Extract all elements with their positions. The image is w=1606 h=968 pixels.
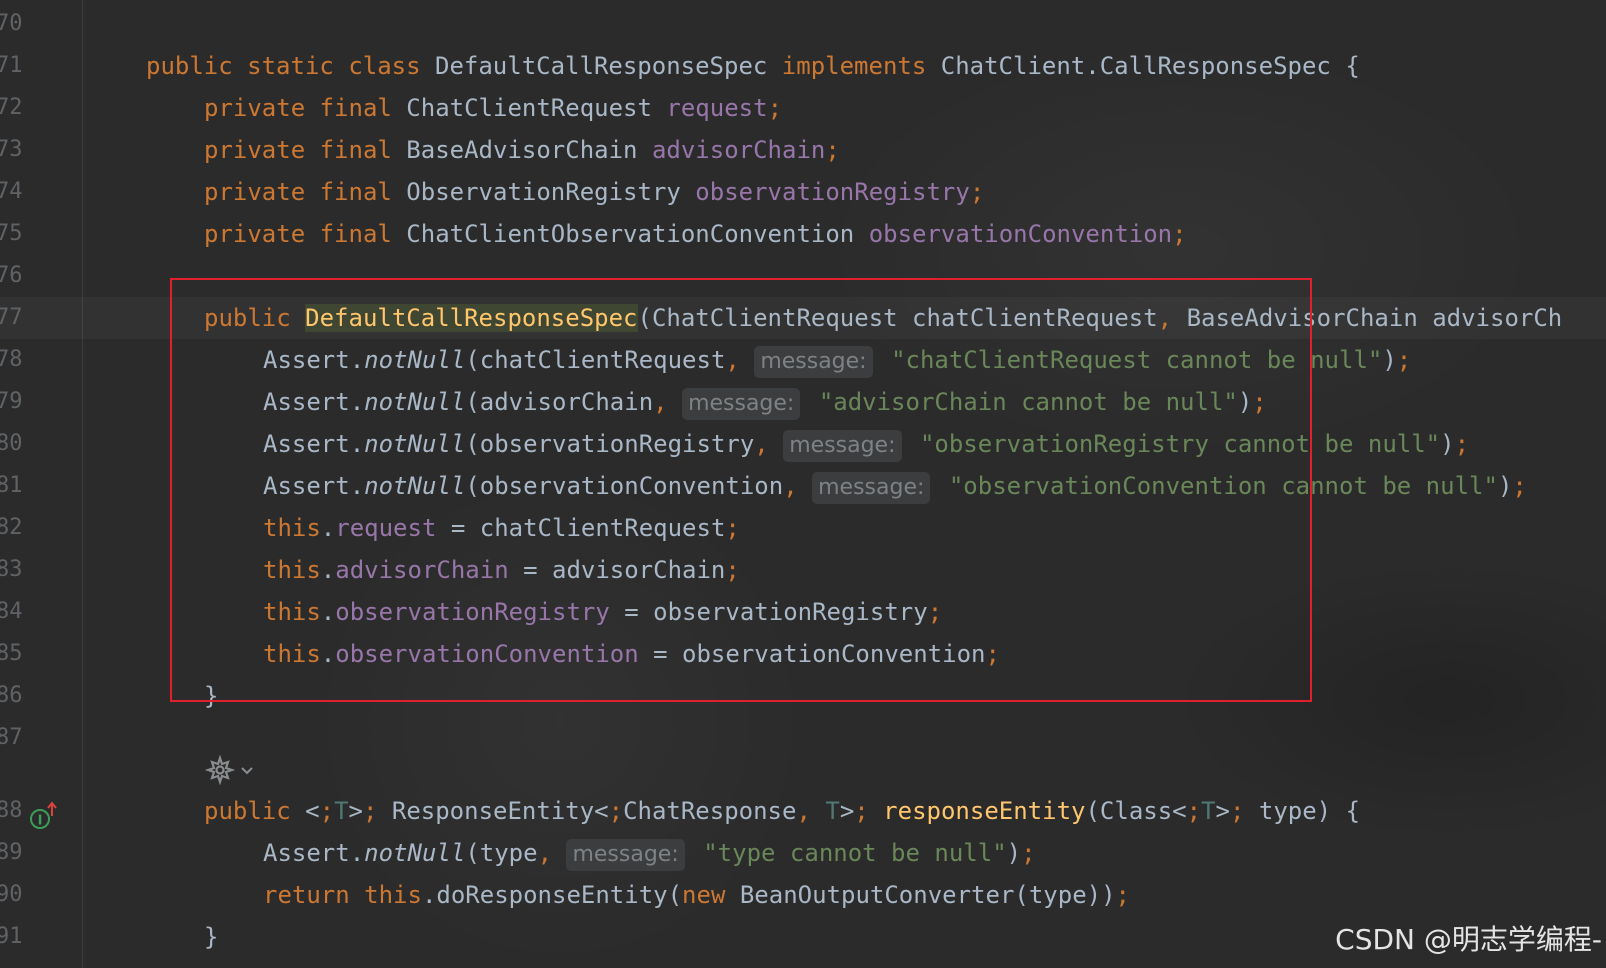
code-line[interactable]: 73 private final BaseAdvisorChain advisor… xyxy=(0,129,1606,171)
code-line[interactable]: 89 Assert.notNull(type, message: "type ca… xyxy=(0,832,1606,874)
chevron-down-icon[interactable] xyxy=(239,762,255,778)
line-number[interactable]: 87 xyxy=(0,717,23,759)
code-text[interactable]: private final ChatClientRequest request; xyxy=(204,87,782,129)
code-vision-row[interactable] xyxy=(205,752,255,788)
line-number[interactable]: 73 xyxy=(0,129,23,171)
line-number[interactable]: 84 xyxy=(0,591,23,633)
line-number[interactable]: 78 xyxy=(0,339,23,381)
line-number[interactable]: 81 xyxy=(0,465,23,507)
line-number[interactable]: 76 xyxy=(0,255,23,297)
code-line[interactable]: 72 private final ChatClientRequest reques… xyxy=(0,87,1606,129)
code-editor[interactable]: 70 71 public static class DefaultCallRespo… xyxy=(0,0,1606,968)
code-line[interactable]: 71 public static class DefaultCallRespons… xyxy=(0,45,1606,87)
line-number[interactable]: 85 xyxy=(0,633,23,675)
code-text[interactable]: return this.doResponseEntity(new BeanOut… xyxy=(263,874,1130,916)
line-number[interactable]: 70 xyxy=(0,3,23,45)
line-number[interactable]: 89 xyxy=(0,832,23,874)
parameter-hint: message: xyxy=(566,839,685,871)
code-line[interactable]: 75 private final ChatClientObservationCon… xyxy=(0,213,1606,255)
line-number[interactable]: 91 xyxy=(0,916,23,958)
code-text[interactable]: private final BaseAdvisorChain advisorCh… xyxy=(204,129,840,171)
code-line[interactable]: 70 xyxy=(0,3,1606,45)
highlight-annotation-box xyxy=(170,278,1312,702)
line-number[interactable]: 75 xyxy=(0,213,23,255)
code-text[interactable]: private final ObservationRegistry observ… xyxy=(204,171,984,213)
line-number[interactable]: 79 xyxy=(0,381,23,423)
code-line[interactable]: 74 private final ObservationRegistry obse… xyxy=(0,171,1606,213)
line-number[interactable]: 90 xyxy=(0,874,23,916)
line-number[interactable]: 74 xyxy=(0,171,23,213)
csdn-watermark: CSDN @明志学编程- xyxy=(1335,923,1602,956)
line-number[interactable]: 72 xyxy=(0,87,23,129)
code-line[interactable]: 88 public <;T>; ResponseEntity<;ChatRespo… xyxy=(0,790,1606,832)
code-text[interactable]: public <;T>; ResponseEntity<;ChatRespons… xyxy=(204,790,1360,832)
svg-text:I: I xyxy=(38,814,43,829)
implements-interface-icon[interactable]: I xyxy=(28,800,62,834)
line-number[interactable]: 77 xyxy=(0,297,23,339)
line-number[interactable]: 82 xyxy=(0,507,23,549)
line-number[interactable]: 80 xyxy=(0,423,23,465)
code-text[interactable]: public static class DefaultCallResponseS… xyxy=(146,45,1360,87)
code-line[interactable]: 90 return this.doResponseEntity(new BeanO… xyxy=(0,874,1606,916)
ai-assistant-icon[interactable] xyxy=(205,755,235,785)
code-text[interactable]: private final ChatClientObservationConve… xyxy=(204,213,1187,255)
code-text[interactable]: } xyxy=(204,916,218,958)
line-number[interactable]: 71 xyxy=(0,45,23,87)
line-number[interactable]: 83 xyxy=(0,549,23,591)
line-number[interactable]: 86 xyxy=(0,675,23,717)
line-number[interactable]: 88 xyxy=(0,790,23,832)
code-text[interactable]: Assert.notNull(type, message: "type cann… xyxy=(263,832,1036,874)
